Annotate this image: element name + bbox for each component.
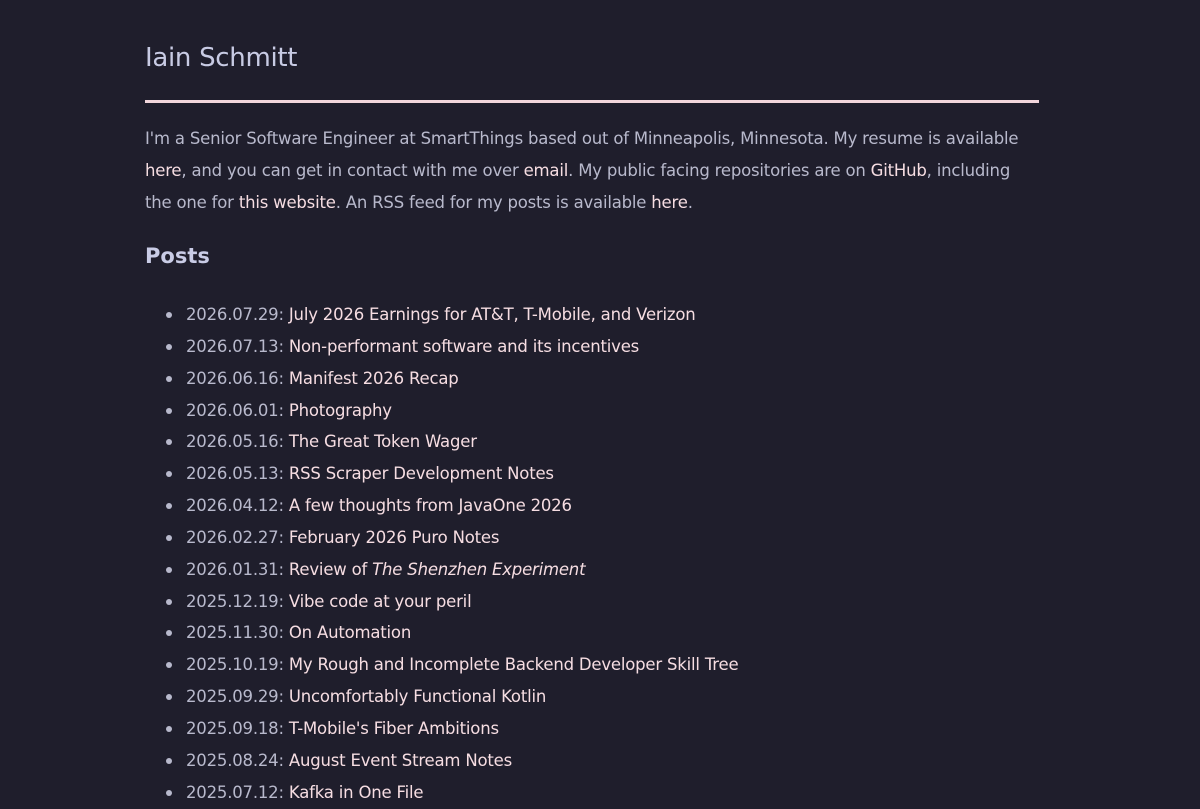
post-date: 2026.01.31 [186, 559, 279, 579]
post-date: 2025.08.24 [186, 750, 279, 770]
post-date: 2026.06.16 [186, 368, 279, 388]
post-list-item: 2026.01.31: Review of The Shenzhen Exper… [166, 554, 738, 586]
post-date-separator: : [278, 623, 289, 643]
github-link[interactable]: GitHub [871, 161, 927, 180]
site-title: Iain Schmitt [145, 43, 298, 73]
post-list-item: 2026.02.27: February 2026 Puro Notes [166, 522, 738, 554]
intro-text: , and you can get in contact with me ove… [181, 161, 524, 180]
bullet-icon [166, 312, 172, 318]
bullet-icon [166, 757, 172, 764]
post-date: 2025.07.12 [186, 782, 279, 802]
post-list-item: 2025.08.24: August Event Stream Notes [166, 745, 738, 777]
post-date: 2025.11.30 [186, 623, 279, 643]
post-date-separator: : [278, 400, 289, 420]
post-date: 2026.02.27 [186, 527, 279, 547]
post-title-emphasis: The Shenzhen Experiment [372, 559, 586, 579]
post-title-prefix: Review of [288, 559, 373, 579]
post-date-separator: : [278, 336, 289, 356]
post-link[interactable]: August Event Stream Notes [289, 751, 512, 770]
bullet-icon [166, 375, 172, 382]
bullet-icon [166, 407, 172, 414]
website-repo-link[interactable]: this website [239, 193, 336, 212]
post-date-separator: : [278, 432, 289, 452]
post-date-separator: : [278, 464, 289, 484]
post-date: 2026.07.13 [186, 336, 279, 356]
post-date: 2026.05.13 [186, 464, 279, 484]
post-date-separator: : [278, 496, 289, 516]
intro-text: . [687, 193, 693, 212]
post-date-separator: : [278, 718, 289, 738]
post-link[interactable]: Vibe code at your peril [289, 592, 472, 611]
post-link[interactable]: Manifest 2026 Recap [289, 369, 459, 388]
intro-text: . My public facing repositories are on [568, 161, 871, 180]
intro-text: I'm a Senior Software Engineer at SmartT… [145, 129, 1019, 148]
post-list-item: 2026.06.01: Photography [166, 395, 738, 427]
post-list-item: 2026.05.16: The Great Token Wager [166, 426, 738, 458]
email-link[interactable]: email [524, 161, 569, 180]
bullet-icon [166, 662, 172, 669]
post-link[interactable]: A few thoughts from JavaOne 2026 [289, 496, 572, 515]
post-link[interactable]: My Rough and Incomplete Backend Develope… [289, 655, 739, 674]
post-date: 2025.10.19 [186, 655, 279, 675]
post-link[interactable]: Uncomfortably Functional Kotlin [289, 687, 546, 706]
post-list-item: 2026.07.29: July 2026 Earnings for AT&T,… [166, 299, 738, 331]
post-date: 2026.07.29 [186, 305, 279, 324]
bullet-icon [166, 694, 172, 701]
bullet-icon [166, 503, 172, 510]
post-date-separator: : [278, 750, 289, 770]
post-list-item: 2025.11.30: On Automation [166, 617, 738, 649]
bullet-icon [166, 343, 172, 350]
post-list-item: 2025.12.19: Vibe code at your peril [166, 586, 738, 618]
post-link[interactable]: Review of The Shenzhen Experiment [288, 559, 586, 579]
post-date: 2025.12.19 [186, 591, 279, 611]
bullet-icon [166, 630, 172, 637]
post-link[interactable]: Non-performant software and its incentiv… [289, 337, 639, 356]
bullet-icon [166, 471, 172, 478]
post-list-item: 2025.09.29: Uncomfortably Functional Kot… [166, 681, 738, 713]
rss-feed-link[interactable]: here [651, 193, 688, 212]
post-link[interactable]: The Great Token Wager [289, 432, 477, 451]
bullet-icon [166, 598, 172, 605]
post-link[interactable]: On Automation [289, 623, 411, 642]
post-date-separator: : [278, 368, 289, 388]
post-date-separator: : [278, 782, 289, 802]
post-list: 2026.07.29: July 2026 Earnings for AT&T,… [145, 299, 739, 809]
post-date-separator: : [278, 655, 289, 675]
bullet-icon [166, 789, 172, 796]
post-date-separator: : [278, 559, 289, 579]
bullet-icon [166, 725, 172, 732]
bullet-icon [166, 534, 172, 541]
post-link[interactable]: July 2026 Earnings for AT&T, T-Mobile, a… [289, 305, 696, 324]
post-link[interactable]: T-Mobile's Fiber Ambitions [289, 719, 499, 738]
post-list-item: 2026.07.13: Non-performant software and … [166, 331, 738, 363]
intro-paragraph: I'm a Senior Software Engineer at SmartT… [145, 123, 1039, 219]
post-list-item: 2025.07.12: Kafka in One File [166, 777, 738, 809]
post-date-separator: : [278, 305, 289, 324]
post-list-item: 2025.10.19: My Rough and Incomplete Back… [166, 649, 739, 681]
posts-heading: Posts [145, 244, 210, 268]
resume-link[interactable]: here [145, 161, 182, 180]
post-date: 2025.09.29 [186, 687, 279, 707]
intro-text: . An RSS feed for my posts is available [335, 193, 652, 212]
post-date-separator: : [278, 527, 289, 547]
post-list-item: 2026.04.12: A few thoughts from JavaOne … [166, 490, 738, 522]
post-date: 2026.04.12 [186, 496, 279, 516]
post-link[interactable]: RSS Scraper Development Notes [289, 464, 554, 483]
post-date-separator: : [278, 591, 289, 611]
post-list-item: 2026.05.13: RSS Scraper Development Note… [166, 458, 738, 490]
post-link[interactable]: February 2026 Puro Notes [289, 528, 500, 547]
bullet-icon [166, 439, 172, 446]
post-list-item: 2025.09.18: T-Mobile's Fiber Ambitions [166, 713, 738, 745]
post-date: 2025.09.18 [186, 718, 279, 738]
post-link[interactable]: Photography [289, 401, 392, 420]
post-date-separator: : [278, 687, 289, 707]
post-list-item: 2026.06.16: Manifest 2026 Recap [166, 363, 738, 395]
post-date: 2026.06.01 [186, 400, 279, 420]
post-date: 2026.05.16 [186, 432, 279, 452]
header-divider [145, 100, 1039, 103]
post-link[interactable]: Kafka in One File [289, 783, 424, 802]
bullet-icon [166, 566, 172, 573]
